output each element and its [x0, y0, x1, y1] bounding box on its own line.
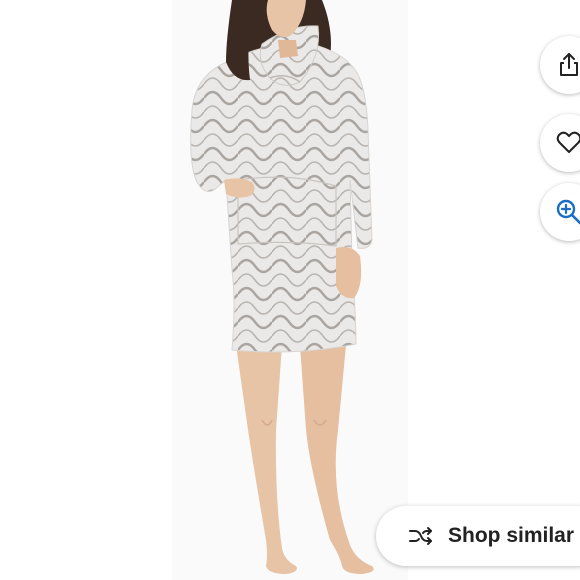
model-legs — [236, 345, 374, 574]
share-icon — [560, 53, 578, 76]
shop-similar-label: Shop similar — [448, 524, 575, 547]
zoom-in-icon — [556, 199, 580, 225]
shop-similar-button[interactable]: Shop similar — [376, 506, 580, 566]
heart-icon — [556, 131, 580, 153]
hooded-dress — [190, 25, 373, 353]
product-photo[interactable] — [0, 0, 580, 580]
product-image-viewer: Shop similar — [0, 0, 580, 580]
shuffle-icon — [409, 527, 432, 545]
